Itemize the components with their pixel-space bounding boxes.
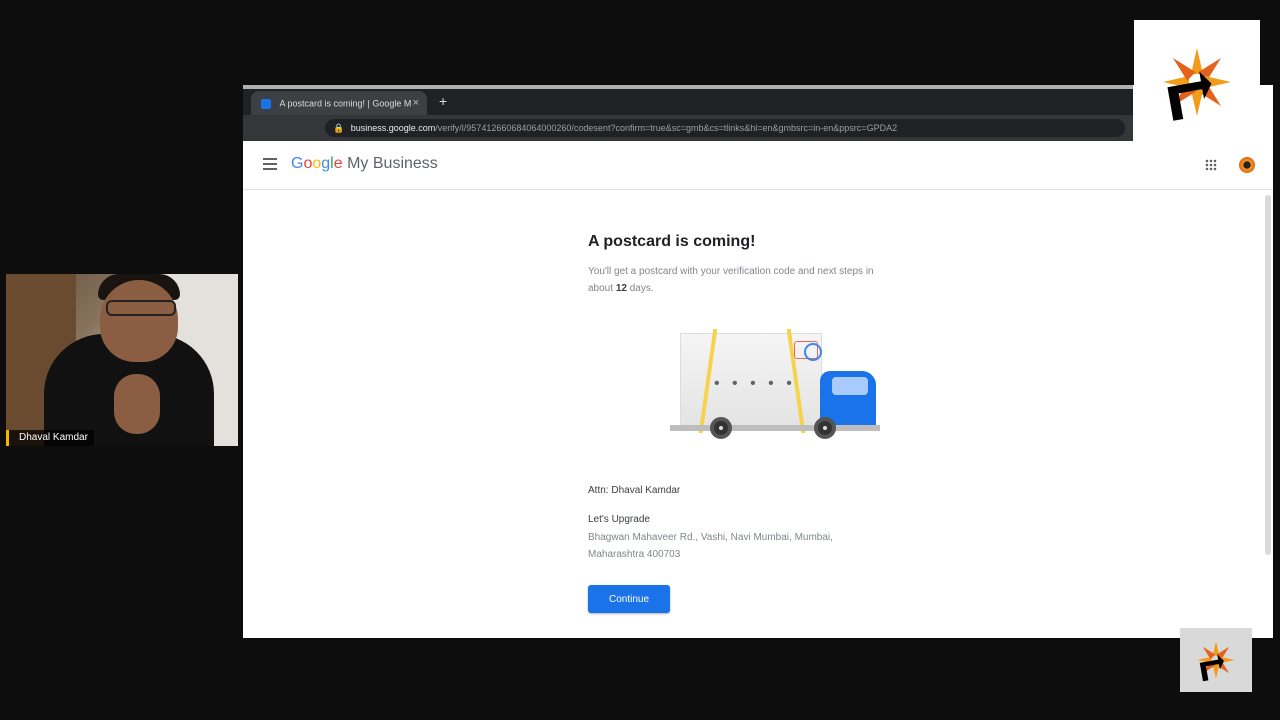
truck-window [832,377,868,395]
brand-product-name: My Business [347,155,438,172]
brand-letter: G [291,155,304,172]
tab-bar: A postcard is coming! | Google M × + [243,85,1133,115]
tab-close-icon[interactable]: × [413,91,419,115]
tab-title: A postcard is coming! | Google M [279,98,412,109]
menu-icon[interactable] [263,158,277,170]
url-field[interactable]: 🔒 business.google.com/verify/l/957412660… [325,119,1125,137]
truck-wheel [814,417,836,439]
url-host: business.google.com [350,123,436,133]
continue-button[interactable]: Continue [588,585,670,613]
page-title: A postcard is coming! [588,233,756,250]
apps-grid-icon[interactable] [1205,159,1217,171]
channel-logo-large [1134,20,1260,144]
presenter-hand [114,374,160,434]
mailing-address-block: Attn: Dhaval Kamdar Let's Upgrade Bhagwa… [588,485,918,563]
page-scrollbar[interactable] [1265,195,1271,555]
app-header: Google My Business [243,141,1273,190]
participant-name-label: Dhaval Kamdar [6,430,94,446]
channel-logo-small [1180,628,1252,692]
verification-panel: A postcard is coming! You'll get a postc… [588,233,918,613]
starburst-logo-icon [1163,48,1231,121]
webcam-feed: Dhaval Kamdar [6,274,238,446]
postmark-icon [804,343,822,361]
tab-postcard[interactable]: A postcard is coming! | Google M × [251,91,427,115]
address-line-1: Bhagwan Mahaveer Rd., Vashi, Navi Mumbai… [588,532,833,543]
desc-suffix: days. [629,283,654,294]
shared-browser-window: A postcard is coming! | Google M × + 🔒 b… [243,85,1273,638]
presenter-glasses [106,300,176,316]
url-path: /verify/l/957412660684064000260/codesent… [435,123,898,133]
brand-letter: o [312,155,322,172]
window-frame-strip [243,85,1133,89]
lock-icon: 🔒 [333,123,345,133]
code-dots: • • • • • [714,375,796,392]
postcard-description: You'll get a postcard with your verifica… [588,263,898,297]
truck-chassis [670,425,880,431]
truck-wheel [710,417,732,439]
postcard-truck-illustration: • • • • • [660,325,890,455]
address-bar-row: 🔒 business.google.com/verify/l/957412660… [243,115,1133,141]
starburst-logo-icon [1197,641,1235,682]
business-name: Let's Upgrade [588,514,650,525]
gmb-favicon-icon [261,98,271,109]
delivery-days: 12 [615,283,627,294]
address-line-2: Maharashtra 400703 [588,549,681,560]
brand-letter: e [333,155,343,172]
account-avatar-icon[interactable] [1239,157,1255,173]
brand-letter: g [321,155,331,172]
google-my-business-logo[interactable]: Google My Business [291,155,438,173]
new-tab-button[interactable]: + [439,91,447,111]
presenter-head [100,280,178,362]
attn-line: Attn: Dhaval Kamdar [588,485,681,496]
